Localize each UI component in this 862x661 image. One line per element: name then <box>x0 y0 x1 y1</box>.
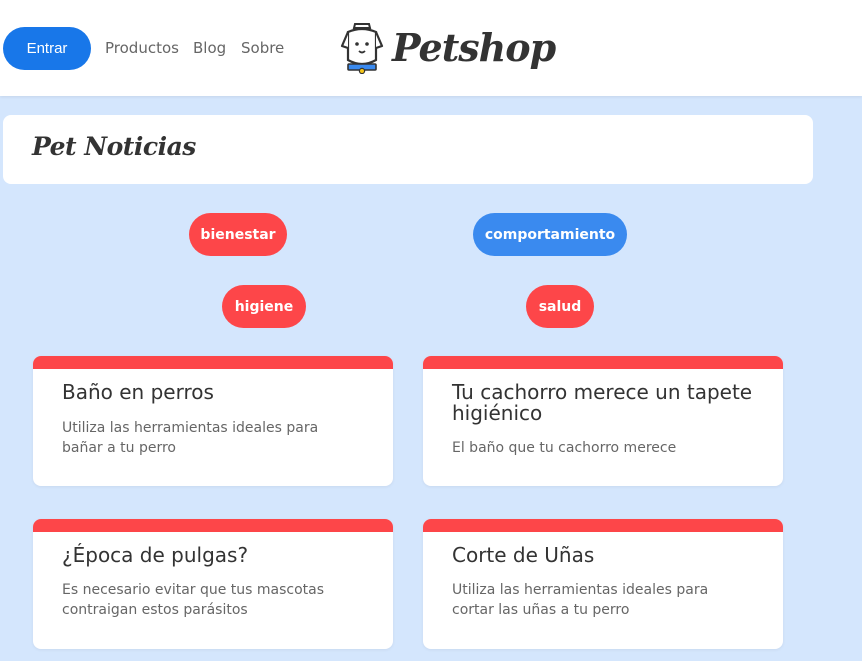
post-description: El baño que tu cachorro merece <box>452 440 677 456</box>
nav-link-sobre[interactable]: Sobre <box>241 39 284 57</box>
post-title[interactable]: Tu cachorro merece un tapete higiénico <box>452 382 762 424</box>
post-card[interactable]: Baño en perros Utiliza las herramientas … <box>33 356 393 486</box>
post-card[interactable]: Corte de Uñas Utiliza las herramientas i… <box>423 519 783 649</box>
post-title[interactable]: Corte de Uñas <box>452 545 762 566</box>
page-title: Pet Noticias <box>32 132 196 161</box>
card-accent-bar <box>33 356 393 369</box>
card-accent-bar <box>33 519 393 532</box>
nav-link-productos[interactable]: Productos <box>105 39 179 57</box>
dog-logo-icon[interactable] <box>340 22 384 74</box>
post-title[interactable]: Baño en perros <box>62 382 372 403</box>
category-pill-bienestar[interactable]: bienestar <box>189 213 287 256</box>
nav-link-blog[interactable]: Blog <box>193 39 226 57</box>
post-card[interactable]: Tu cachorro merece un tapete higiénico E… <box>423 356 783 486</box>
card-accent-bar <box>423 356 783 369</box>
logo-text[interactable]: Petshop <box>392 25 556 70</box>
category-pill-salud[interactable]: salud <box>526 285 594 328</box>
post-title[interactable]: ¿Época de pulgas? <box>62 545 372 566</box>
post-description: Es necesario evitar que tus mascotas con… <box>62 582 325 618</box>
post-description: Utiliza las herramientas ideales para co… <box>452 582 709 618</box>
post-description: Utiliza las herramientas ideales para ba… <box>62 420 319 456</box>
card-accent-bar <box>423 519 783 532</box>
login-button[interactable]: Entrar <box>3 27 91 70</box>
category-pill-comportamiento[interactable]: comportamiento <box>473 213 627 256</box>
post-card[interactable]: ¿Época de pulgas? Es necesario evitar qu… <box>33 519 393 649</box>
category-pill-higiene[interactable]: higiene <box>222 285 306 328</box>
site-header: Entrar Productos Blog Sobre Petshop <box>0 0 862 96</box>
